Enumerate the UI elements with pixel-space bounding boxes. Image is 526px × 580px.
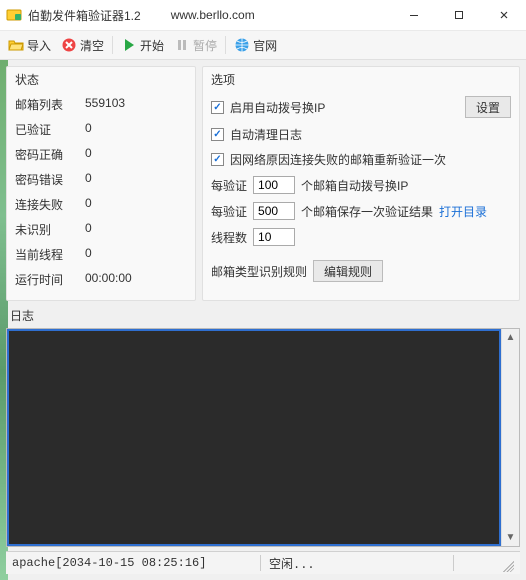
clear-button[interactable]: 清空 <box>57 35 108 56</box>
window-controls <box>391 0 526 30</box>
dial-suffix-label: 个邮箱自动拨号换IP <box>301 177 408 194</box>
log-wrap: ▲ ▼ <box>6 328 520 547</box>
status-key: 未识别 <box>15 221 85 238</box>
status-row-runtime: 运行时间 00:00:00 <box>15 267 187 292</box>
per-verify-label-2: 每验证 <box>211 203 247 220</box>
toolbar: 导入 清空 开始 暂停 官网 <box>0 31 526 60</box>
edit-rule-button[interactable]: 编辑规则 <box>313 260 383 282</box>
status-val: 0 <box>85 146 187 163</box>
save-count-input[interactable] <box>253 202 295 220</box>
status-val: 0 <box>85 246 187 263</box>
log-textarea[interactable] <box>7 329 501 546</box>
status-row-pw-ok: 密码正确 0 <box>15 142 187 167</box>
status-panel: 状态 邮箱列表 559103 已验证 0 密码正确 0 密码错误 0 <box>6 66 196 301</box>
scroll-track[interactable] <box>502 346 519 529</box>
status-val: 0 <box>85 196 187 213</box>
log-section: 日志 ▲ ▼ <box>6 305 520 547</box>
status-row-conn-fail: 连接失败 0 <box>15 192 187 217</box>
titlebar: 伯勤发件箱验证器1.2 www.berllo.com <box>0 0 526 31</box>
status-panel-title: 状态 <box>15 71 187 88</box>
status-row-mailbox-list: 邮箱列表 559103 <box>15 92 187 117</box>
log-scrollbar[interactable]: ▲ ▼ <box>501 329 519 546</box>
status-key: 当前线程 <box>15 246 85 263</box>
start-button[interactable]: 开始 <box>117 35 168 56</box>
checkbox-auto-clean-log-label: 自动清理日志 <box>230 126 302 143</box>
status-val: 559103 <box>85 96 187 113</box>
window-url: www.berllo.com <box>171 8 255 22</box>
status-key: 密码错误 <box>15 171 85 188</box>
pause-button[interactable]: 暂停 <box>170 35 221 56</box>
status-key: 邮箱列表 <box>15 96 85 113</box>
options-panel-title: 选项 <box>211 71 511 88</box>
log-label: 日志 <box>6 305 520 328</box>
status-val: 00:00:00 <box>85 271 187 288</box>
import-label: 导入 <box>27 37 51 54</box>
status-key: 密码正确 <box>15 146 85 163</box>
official-site-label: 官网 <box>253 37 277 54</box>
app-icon <box>6 7 22 23</box>
thread-count-input[interactable] <box>253 228 295 246</box>
checkbox-auto-clean-log[interactable]: ✓ <box>211 128 224 141</box>
status-val: 0 <box>85 171 187 188</box>
statusbar-mid: 空闲... <box>269 555 445 572</box>
client-area: 状态 邮箱列表 559103 已验证 0 密码正确 0 密码错误 0 <box>0 60 526 580</box>
scroll-up-icon[interactable]: ▲ <box>502 329 519 346</box>
import-button[interactable]: 导入 <box>4 35 55 56</box>
pause-label: 暂停 <box>193 37 217 54</box>
thread-count-label: 线程数 <box>211 229 247 246</box>
close-button[interactable] <box>481 0 526 30</box>
statusbar-sep-2 <box>453 555 454 571</box>
status-row-unknown: 未识别 0 <box>15 217 187 242</box>
checkbox-auto-dial-label: 启用自动拨号换IP <box>230 99 325 116</box>
option-retry-net-fail-row: ✓ 因网络原因连接失败的邮箱重新验证一次 <box>211 147 511 172</box>
checkbox-retry-net-fail[interactable]: ✓ <box>211 153 224 166</box>
maximize-button[interactable] <box>436 0 481 30</box>
checkbox-retry-net-fail-label: 因网络原因连接失败的邮箱重新验证一次 <box>230 151 446 168</box>
status-row-threads: 当前线程 0 <box>15 242 187 267</box>
per-verify-label-1: 每验证 <box>211 177 247 194</box>
rule-label: 邮箱类型识别规则 <box>211 263 307 280</box>
open-dir-link[interactable]: 打开目录 <box>439 203 487 220</box>
clear-label: 清空 <box>80 37 104 54</box>
toolbar-separator <box>112 36 113 54</box>
save-suffix-label: 个邮箱保存一次验证结果 <box>301 203 433 220</box>
minimize-button[interactable] <box>391 0 436 30</box>
status-val: 0 <box>85 221 187 238</box>
option-auto-clean-log-row: ✓ 自动清理日志 <box>211 122 511 147</box>
status-row-verified: 已验证 0 <box>15 117 187 142</box>
statusbar-sep-1 <box>260 555 261 571</box>
start-label: 开始 <box>140 37 164 54</box>
statusbar-left: apache[2034-10-15 08:25:16] <box>12 556 252 570</box>
option-thread-count-row: 线程数 <box>211 224 511 250</box>
dial-count-input[interactable] <box>253 176 295 194</box>
option-save-count-row: 每验证 个邮箱保存一次验证结果 打开目录 <box>211 198 511 224</box>
globe-icon <box>234 37 250 53</box>
option-rule-row: 邮箱类型识别规则 编辑规则 <box>211 256 511 286</box>
status-key: 运行时间 <box>15 271 85 288</box>
option-dial-count-row: 每验证 个邮箱自动拨号换IP <box>211 172 511 198</box>
checkbox-auto-dial[interactable]: ✓ <box>211 101 224 114</box>
play-icon <box>121 37 137 53</box>
window-title: 伯勤发件箱验证器1.2 <box>28 7 141 24</box>
toolbar-separator-2 <box>225 36 226 54</box>
status-key: 连接失败 <box>15 196 85 213</box>
scroll-down-icon[interactable]: ▼ <box>502 529 519 546</box>
official-site-button[interactable]: 官网 <box>230 35 281 56</box>
statusbar: apache[2034-10-15 08:25:16] 空闲... <box>6 551 520 574</box>
clear-icon <box>61 37 77 53</box>
options-panel: 选项 ✓ 启用自动拨号换IP 设置 ✓ 自动清理日志 ✓ 因网络原因连接失败的邮… <box>202 66 520 301</box>
option-auto-dial-row: ✓ 启用自动拨号换IP 设置 <box>211 92 511 122</box>
resize-grip-icon[interactable] <box>500 558 514 572</box>
status-key: 已验证 <box>15 121 85 138</box>
top-panels: 状态 邮箱列表 559103 已验证 0 密码正确 0 密码错误 0 <box>6 66 520 301</box>
folder-open-icon <box>8 37 24 53</box>
app-window: 伯勤发件箱验证器1.2 www.berllo.com 导入 清空 <box>0 0 526 580</box>
settings-button[interactable]: 设置 <box>465 96 511 118</box>
pause-icon <box>174 37 190 53</box>
status-val: 0 <box>85 121 187 138</box>
status-row-pw-bad: 密码错误 0 <box>15 167 187 192</box>
